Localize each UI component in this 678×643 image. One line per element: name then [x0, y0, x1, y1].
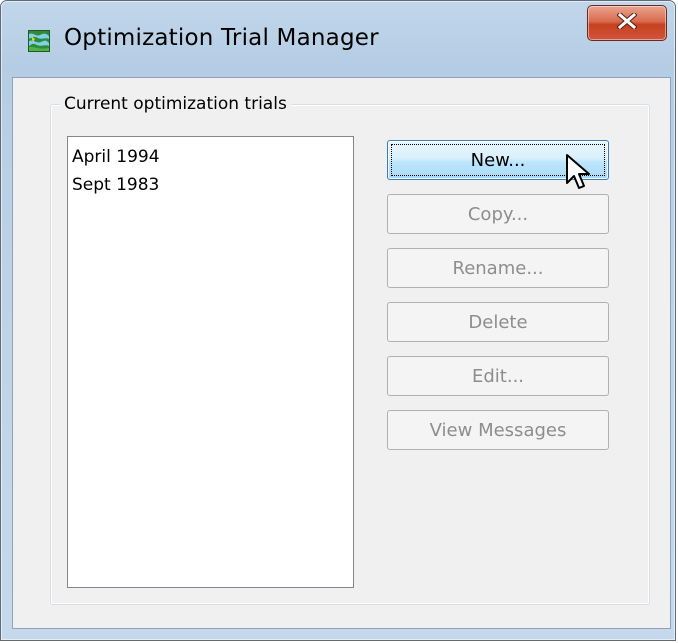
new-button[interactable]: New...	[387, 140, 609, 180]
rename-button[interactable]: Rename...	[387, 248, 609, 288]
close-button[interactable]	[587, 5, 667, 41]
list-item[interactable]: Sept 1983	[68, 171, 353, 199]
dialog-window: Optimization Trial Manager Current optim…	[0, 0, 676, 641]
edit-button[interactable]: Edit...	[387, 356, 609, 396]
edit-button-label: Edit...	[471, 365, 525, 387]
trials-listbox[interactable]: April 1994 Sept 1983	[67, 136, 354, 588]
view-messages-button[interactable]: View Messages	[387, 410, 609, 450]
dialog-client-area: Current optimization trials April 1994 S…	[12, 77, 671, 629]
view-messages-button-label: View Messages	[429, 419, 567, 441]
list-item[interactable]: April 1994	[68, 143, 353, 171]
copy-button[interactable]: Copy...	[387, 194, 609, 234]
rename-button-label: Rename...	[452, 257, 544, 279]
map-icon	[28, 30, 50, 52]
groupbox-label: Current optimization trials	[60, 94, 291, 114]
new-button-label: New...	[470, 149, 526, 171]
delete-button[interactable]: Delete	[387, 302, 609, 342]
title-bar[interactable]: Optimization Trial Manager	[1, 1, 675, 77]
window-title: Optimization Trial Manager	[64, 25, 379, 51]
copy-button-label: Copy...	[467, 203, 529, 225]
close-icon	[616, 11, 638, 33]
delete-button-label: Delete	[468, 311, 528, 333]
